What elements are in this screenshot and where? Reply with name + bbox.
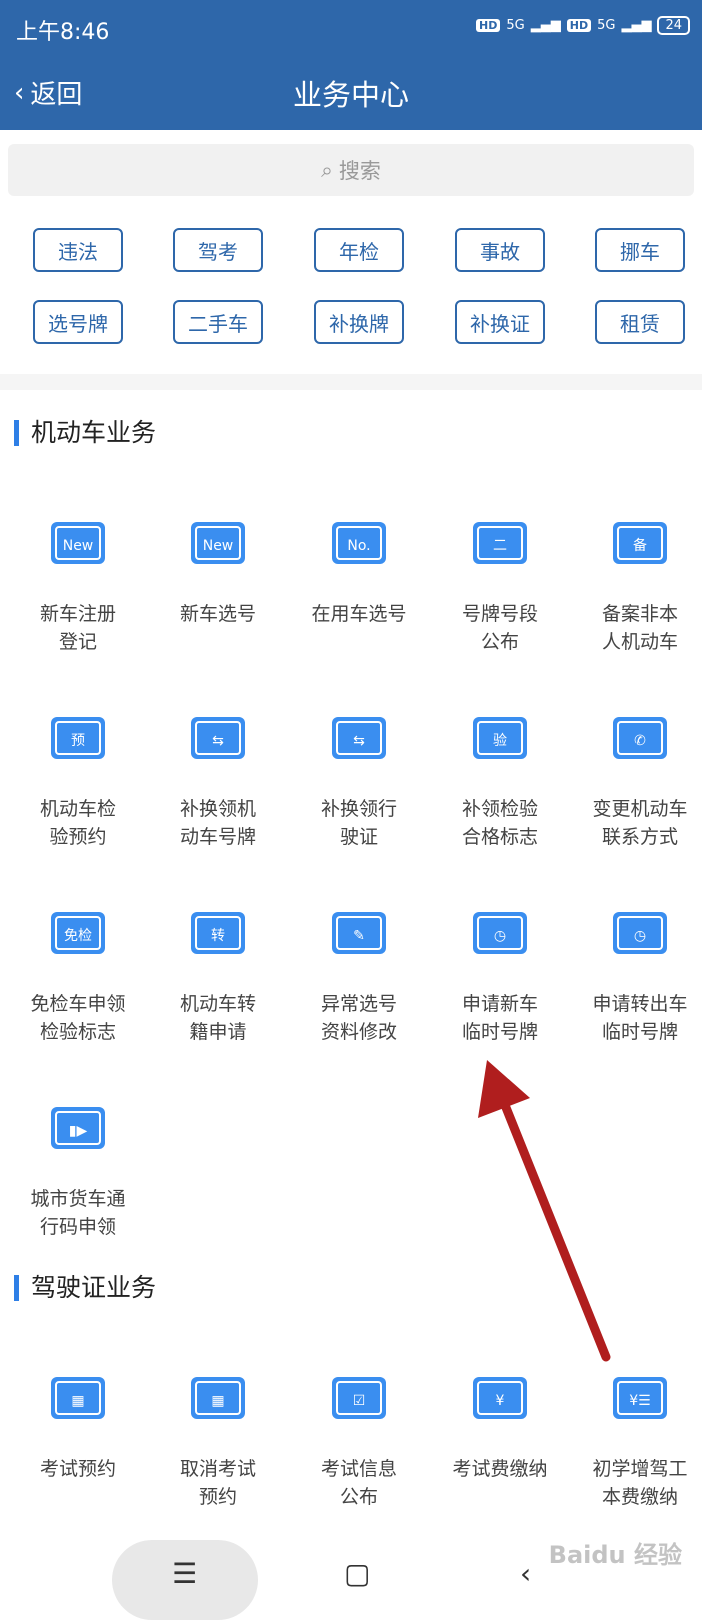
home-icon[interactable]: ▢ [344, 1557, 370, 1590]
annotation-arrow [478, 1060, 611, 1362]
back-nav-icon[interactable]: ‹ [520, 1557, 531, 1590]
menu-icon[interactable]: ☰ [172, 1557, 197, 1590]
watermark: Baidu 经验 [548, 1541, 682, 1569]
